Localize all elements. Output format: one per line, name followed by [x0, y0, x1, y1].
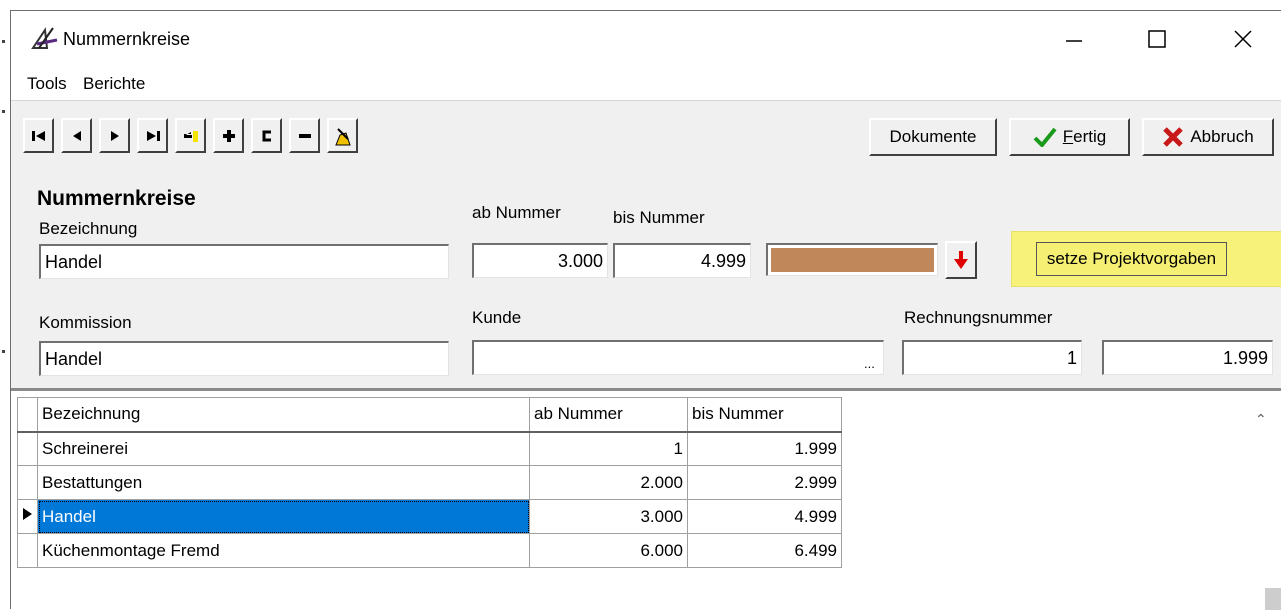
- copy-c-icon: [262, 130, 271, 141]
- edit-hand-icon: [334, 127, 351, 145]
- abbruch-label: Abbruch: [1190, 127, 1254, 146]
- rechnungsnummer-von-field[interactable]: 1: [902, 340, 1082, 375]
- new-record-marker-icon: [183, 130, 198, 142]
- menu-berichte[interactable]: Berichte: [83, 74, 145, 94]
- new-record-marker-button[interactable]: [175, 118, 206, 153]
- setze-projektvorgaben-button[interactable]: setze Projektvorgaben: [1035, 242, 1228, 276]
- menu-tools[interactable]: Tools: [27, 74, 67, 94]
- grid-header-row: Bezeichnung ab Nummer bis Nummer: [17, 397, 842, 433]
- background-mark: [2, 110, 5, 113]
- color-fill: [771, 248, 934, 272]
- column-header-ab-nummer[interactable]: ab Nummer: [529, 397, 688, 433]
- background-mark: [2, 350, 5, 353]
- bis-nummer-label: bis Nummer: [613, 208, 705, 227]
- background-mark: [2, 40, 5, 43]
- color-picker-button[interactable]: [945, 241, 977, 279]
- maximize-icon: [1148, 30, 1166, 48]
- rechnungsnummer-bis-field[interactable]: 1.999: [1102, 340, 1273, 375]
- kommission-field[interactable]: Handel: [39, 341, 449, 376]
- cell-bis-nummer[interactable]: 6.499: [687, 533, 842, 568]
- table-row-selected[interactable]: Handel 3.000 4.999: [17, 499, 842, 534]
- toolbar: Dokumente Fertig Abbruch: [11, 100, 1281, 168]
- kunde-field[interactable]: [472, 340, 884, 375]
- last-record-icon: [146, 130, 160, 141]
- copy-record-button[interactable]: [251, 118, 282, 153]
- bis-nummer-field[interactable]: 4.999: [613, 243, 751, 278]
- plus-icon: [222, 129, 235, 142]
- data-grid: Bezeichnung ab Nummer bis Nummer Schrein…: [11, 388, 1281, 610]
- row-indicator[interactable]: [17, 465, 38, 500]
- row-indicator[interactable]: [17, 533, 38, 568]
- menu-bar: Tools Berichte: [11, 66, 1281, 100]
- table-row[interactable]: Küchenmontage Fremd 6.000 6.499: [17, 533, 842, 568]
- delete-record-button[interactable]: [289, 118, 320, 153]
- bezeichnung-label: Bezeichnung: [39, 219, 138, 238]
- fertig-button[interactable]: Fertig: [1009, 118, 1130, 156]
- title-bar: Nummernkreise: [11, 11, 1281, 66]
- cell-bezeichnung[interactable]: Bestattungen: [37, 465, 530, 500]
- minimize-button[interactable]: [1051, 23, 1095, 55]
- bezeichnung-field[interactable]: Handel: [39, 244, 449, 279]
- minimize-icon: [1066, 40, 1082, 42]
- row-indicator-current[interactable]: [17, 499, 38, 534]
- row-indicator-header: [17, 397, 38, 433]
- kommission-label: Kommission: [39, 313, 132, 332]
- cell-bis-nummer[interactable]: 2.999: [687, 465, 842, 500]
- minus-icon: [298, 133, 311, 138]
- dokumente-button[interactable]: Dokumente: [869, 118, 997, 156]
- close-button[interactable]: [1221, 23, 1265, 55]
- rechnungsnummer-label: Rechnungsnummer: [904, 308, 1053, 327]
- column-header-bis-nummer[interactable]: bis Nummer: [687, 397, 842, 433]
- column-header-bezeichnung[interactable]: Bezeichnung: [37, 397, 530, 433]
- cell-bis-nummer[interactable]: 4.999: [687, 499, 842, 534]
- app-logo-icon: [31, 27, 58, 49]
- next-record-button[interactable]: [99, 118, 130, 153]
- window-title: Nummernkreise: [63, 29, 191, 49]
- cancel-x-icon: [1163, 127, 1184, 147]
- app-window: Nummernkreise Tools Berichte Dokumente F…: [10, 10, 1281, 610]
- arrow-down-icon: [954, 251, 968, 269]
- scrollbar-thumb[interactable]: [1265, 588, 1281, 610]
- kunde-label: Kunde: [472, 308, 522, 327]
- first-record-button[interactable]: [23, 118, 54, 153]
- abbruch-button[interactable]: Abbruch: [1142, 118, 1274, 156]
- cell-ab-nummer[interactable]: 2.000: [529, 465, 688, 500]
- previous-record-icon: [72, 130, 81, 141]
- last-record-button[interactable]: [137, 118, 168, 153]
- first-record-icon: [31, 130, 45, 141]
- kunde-ellipsis-button[interactable]: ...: [864, 356, 875, 371]
- dokumente-label: Dokumente: [889, 127, 977, 146]
- fertig-label: Fertig: [1062, 127, 1107, 146]
- previous-record-button[interactable]: [61, 118, 92, 153]
- cell-bis-nummer[interactable]: 1.999: [687, 431, 842, 466]
- cell-ab-nummer[interactable]: 1: [529, 431, 688, 466]
- scroll-up-icon[interactable]: ⌃: [1255, 411, 1267, 428]
- section-title: Nummernkreise: [37, 187, 196, 210]
- cell-bezeichnung[interactable]: Schreinerei: [37, 431, 530, 466]
- cell-ab-nummer[interactable]: 3.000: [529, 499, 688, 534]
- maximize-button[interactable]: [1135, 23, 1179, 55]
- cell-bezeichnung[interactable]: Küchenmontage Fremd: [37, 533, 530, 568]
- detail-form: Nummernkreise Bezeichnung Handel ab Numm…: [11, 168, 1281, 388]
- checkmark-icon: [1033, 127, 1057, 147]
- next-record-icon: [110, 130, 119, 141]
- cell-bezeichnung[interactable]: Handel: [37, 499, 530, 534]
- table-row[interactable]: Schreinerei 1 1.999: [17, 431, 842, 466]
- current-row-arrow-icon: [23, 508, 32, 520]
- add-record-button[interactable]: [213, 118, 244, 153]
- ab-nummer-label: ab Nummer: [472, 203, 561, 222]
- ab-nummer-field[interactable]: 3.000: [472, 243, 608, 278]
- setze-projektvorgaben-area: setze Projektvorgaben: [1011, 231, 1281, 287]
- row-indicator[interactable]: [17, 431, 38, 466]
- close-icon: [1234, 30, 1252, 48]
- edit-record-button[interactable]: [327, 118, 358, 153]
- table-row[interactable]: Bestattungen 2.000 2.999: [17, 465, 842, 500]
- color-swatch[interactable]: [766, 243, 938, 276]
- cell-ab-nummer[interactable]: 6.000: [529, 533, 688, 568]
